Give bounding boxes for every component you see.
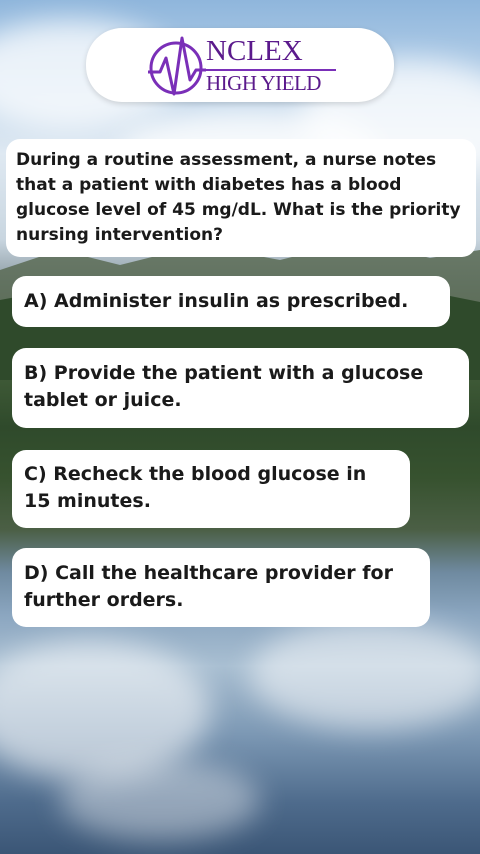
answer-option-c[interactable]: C) Recheck the blood glucose in 15 minut… [12,450,410,528]
answer-option-b[interactable]: B) Provide the patient with a glucose ta… [12,348,469,428]
heartbeat-icon [148,36,206,96]
brand-line-2: HIGH YIELD [206,71,321,95]
answer-option-d[interactable]: D) Call the healthcare provider for furt… [12,548,430,627]
question-card: During a routine assessment, a nurse not… [6,139,476,257]
brand-line-1: NCLEX [206,35,303,67]
answer-option-a[interactable]: A) Administer insulin as prescribed. [12,276,450,327]
